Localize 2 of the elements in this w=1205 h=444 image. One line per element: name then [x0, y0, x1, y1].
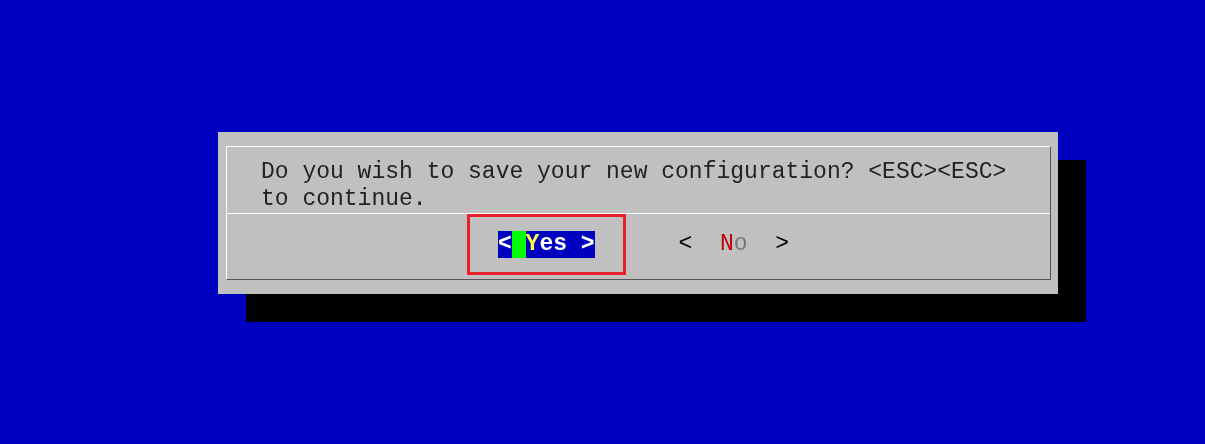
dialog-button[interactable]: < No > — [678, 231, 790, 258]
dialog-message: Do you wish to save your new configuration? <ESC><ESC> to continue. — [261, 159, 1008, 213]
